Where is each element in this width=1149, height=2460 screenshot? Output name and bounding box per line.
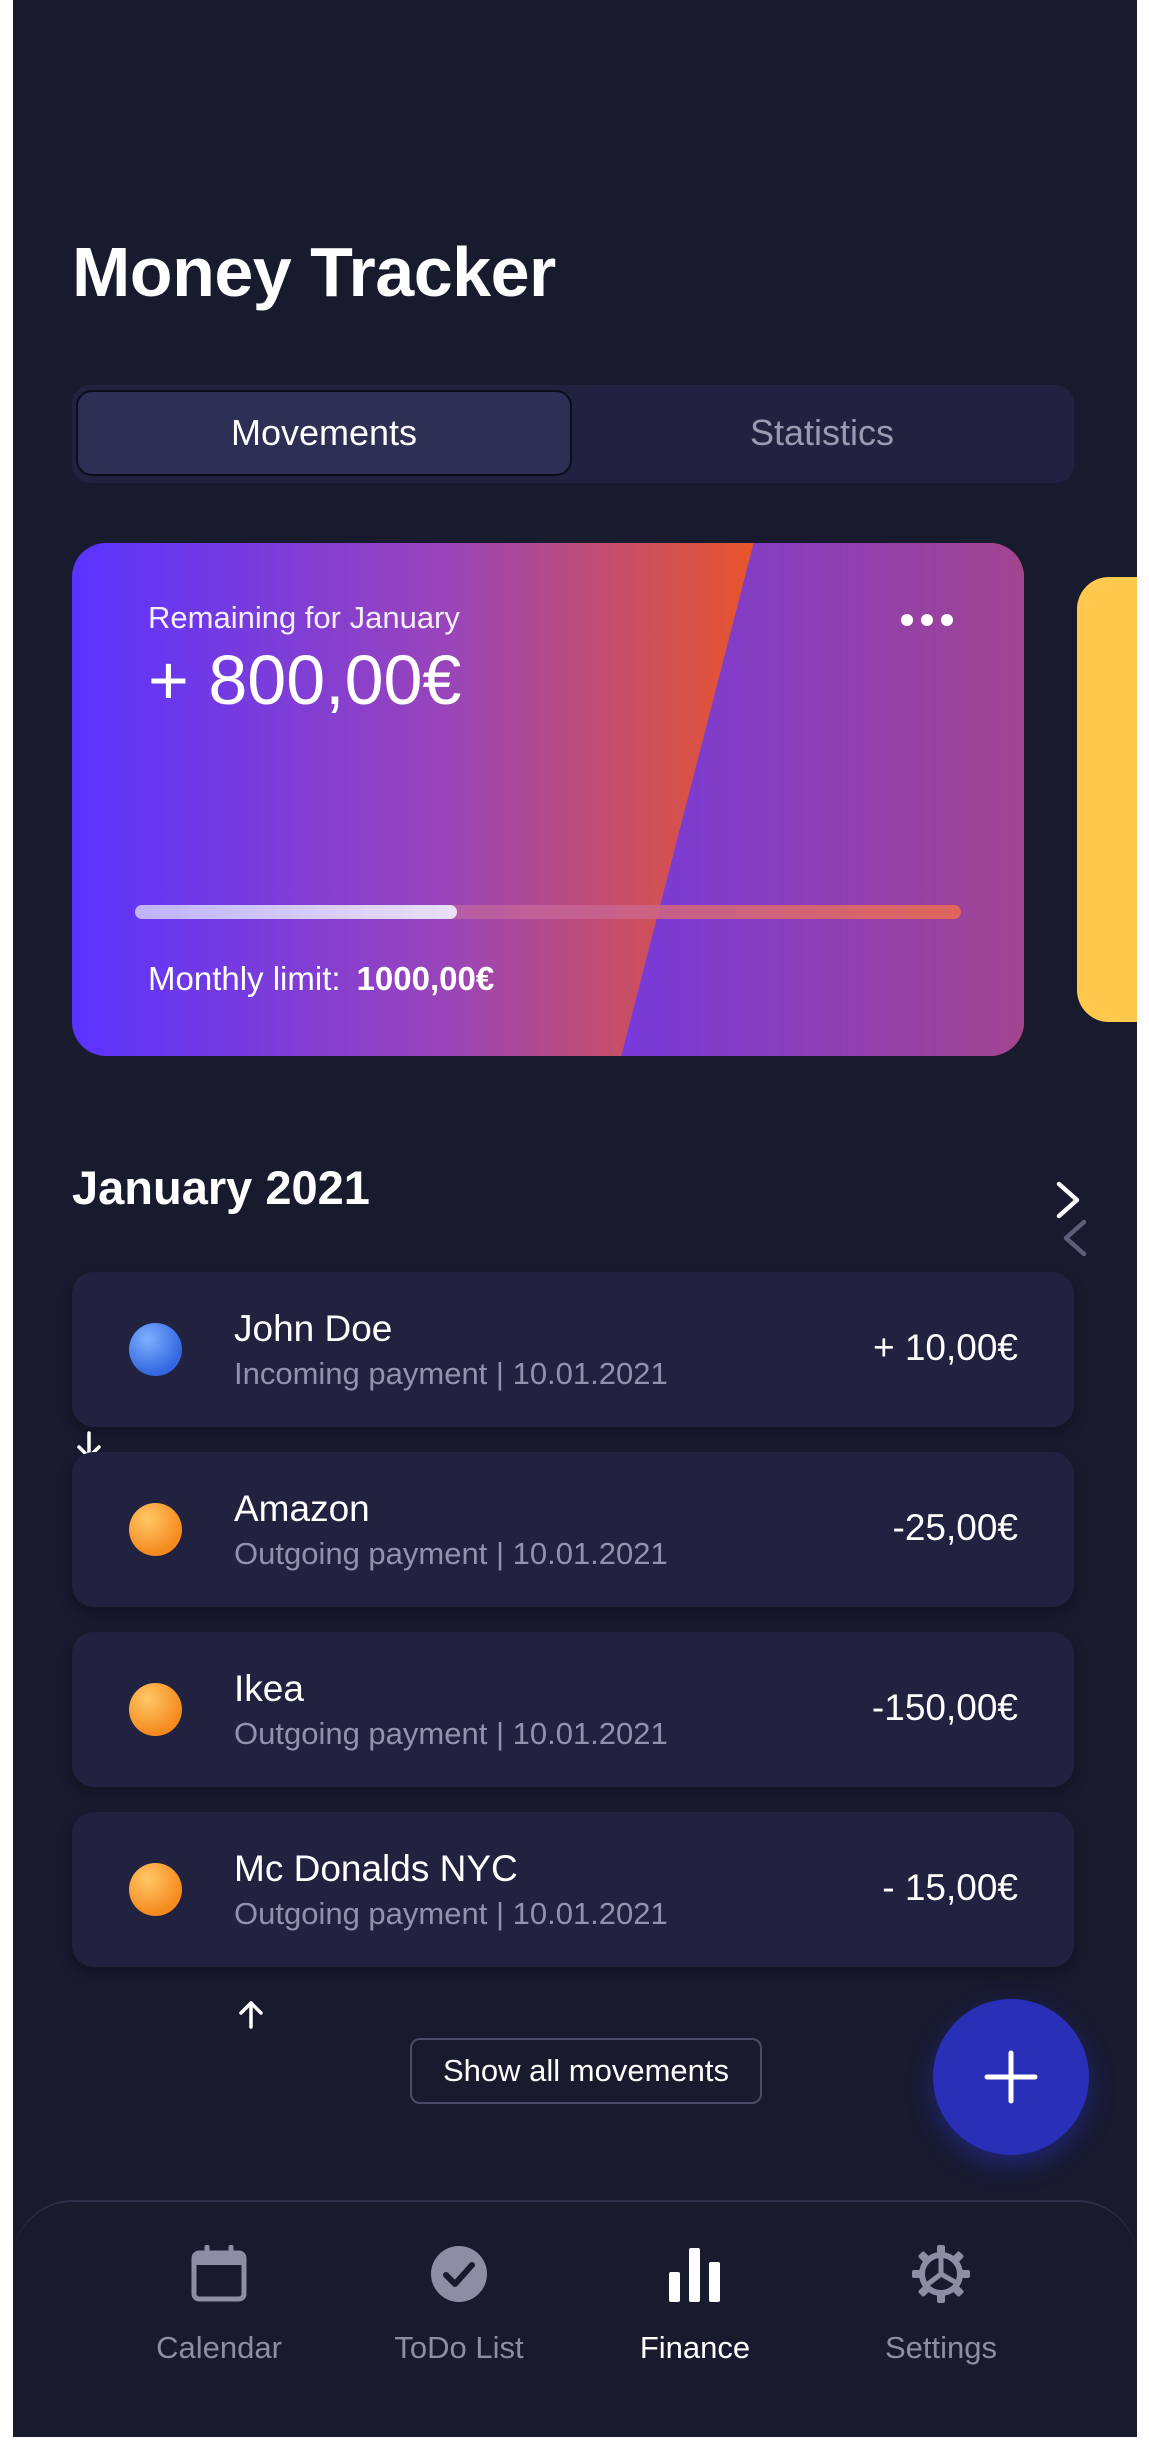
payee-avatar-dot (129, 1863, 182, 1916)
payee-avatar-dot (129, 1683, 182, 1736)
nav-label: Finance (639, 2330, 751, 2365)
transaction-amount: + 10,00€ (872, 1327, 1018, 1368)
monthly-limit-value: 1000,00€ (356, 960, 495, 997)
add-movement-button[interactable] (933, 1999, 1089, 2155)
transaction-name: Ikea (234, 1668, 304, 1709)
next-card-peek[interactable] (1077, 577, 1137, 1022)
transaction-row[interactable]: Mc Donalds NYC Outgoing payment | 10.01.… (72, 1812, 1074, 1967)
arrow-up-icon (239, 2001, 263, 2029)
transaction-subtitle: Outgoing payment | 10.01.2021 (234, 1716, 668, 1751)
monthly-limit-label: Monthly limit: (148, 960, 341, 997)
monthly-limit-row: Monthly limit: 1000,00€ (148, 960, 494, 998)
page-title: Money Tracker (72, 233, 556, 311)
nav-item-finance[interactable]: Finance (595, 2242, 795, 2366)
payee-avatar-dot (129, 1503, 182, 1556)
transaction-row[interactable]: Ikea Outgoing payment | 10.01.2021 -150,… (72, 1632, 1074, 1787)
nav-item-calendar[interactable]: Calendar (119, 2242, 319, 2366)
chevron-left-icon[interactable] (1060, 1218, 1090, 1258)
tab-movements[interactable]: Movements (76, 390, 572, 476)
transaction-amount: -150,00€ (871, 1687, 1018, 1728)
calendar-icon (187, 2242, 251, 2306)
payee-avatar-dot (129, 1323, 182, 1376)
more-horizontal-icon[interactable] (901, 610, 961, 630)
check-circle-icon (427, 2242, 491, 2306)
transaction-subtitle: Incoming payment | 10.01.2021 (234, 1356, 668, 1391)
tab-statistics[interactable]: Statistics (574, 390, 1070, 476)
transaction-row[interactable]: Amazon Outgoing payment | 10.01.2021 -25… (72, 1452, 1074, 1607)
transaction-row[interactable]: John Doe Incoming payment | 10.01.2021 +… (72, 1272, 1074, 1427)
transaction-subtitle: Outgoing payment | 10.01.2021 (234, 1536, 668, 1571)
nav-label: Settings (884, 2330, 997, 2365)
bar-chart-icon (663, 2242, 727, 2306)
transaction-subtitle: Outgoing payment | 10.01.2021 (234, 1896, 668, 1931)
transaction-amount: - 15,00€ (882, 1867, 1018, 1908)
chevron-right-icon[interactable] (1053, 1180, 1083, 1220)
limit-progress-bar (135, 905, 961, 919)
remaining-label: Remaining for January (148, 600, 460, 635)
remaining-amount: + 800,00€ (148, 641, 462, 719)
transaction-name: Mc Donalds NYC (234, 1848, 518, 1889)
transaction-amount: -25,00€ (892, 1507, 1019, 1548)
nav-label: ToDo List (394, 2330, 524, 2365)
transaction-name: Amazon (234, 1488, 370, 1529)
app-screen: Money Tracker Movements Statistics Remai… (13, 0, 1137, 2437)
limit-progress-fill (135, 905, 458, 919)
plus-icon (984, 2050, 1038, 2104)
transaction-name: John Doe (234, 1308, 393, 1349)
nav-item-todo-list[interactable]: ToDo List (359, 2242, 559, 2366)
nav-label: Calendar (156, 2330, 282, 2365)
bottom-nav: Calendar ToDo List Finance Settings (13, 2200, 1137, 2437)
show-all-movements-button[interactable]: Show all movements (410, 2038, 762, 2104)
segmented-tabs: Movements Statistics (72, 385, 1074, 483)
gear-icon (909, 2242, 973, 2306)
month-heading: January 2021 (72, 1161, 370, 1214)
nav-item-settings[interactable]: Settings (841, 2242, 1041, 2366)
